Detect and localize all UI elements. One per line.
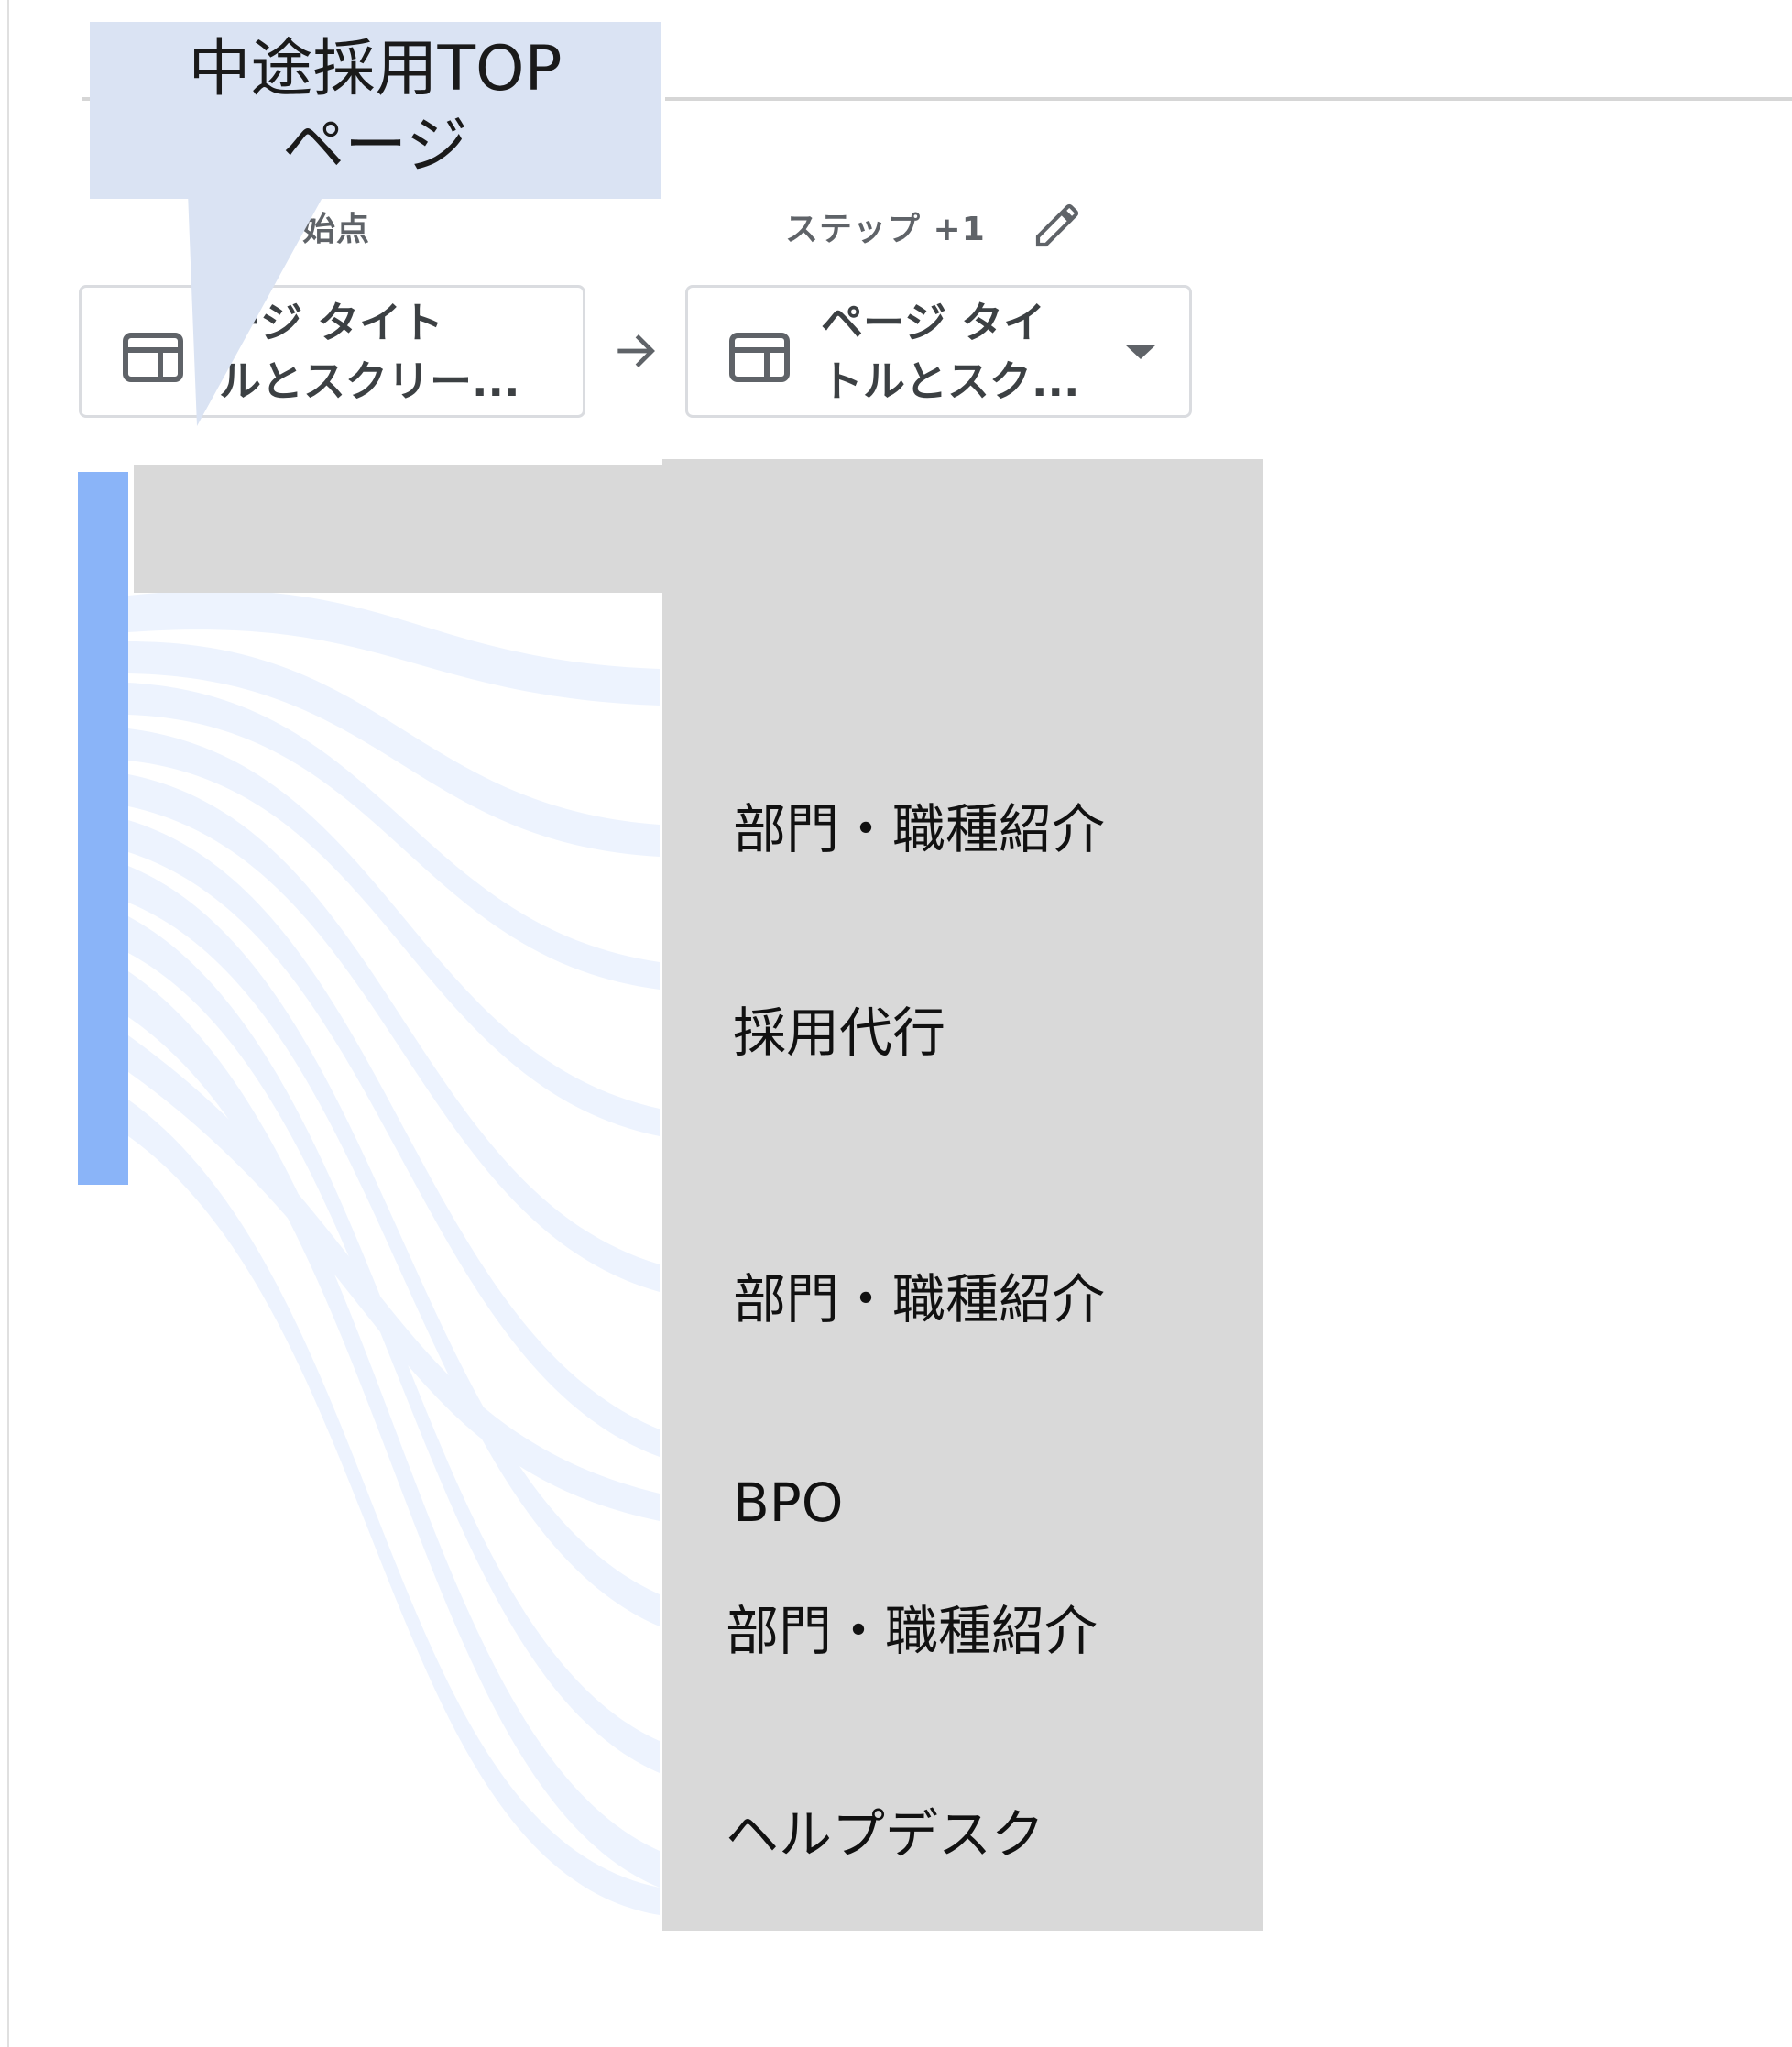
callout-line2: ページ [282,110,468,182]
node-label-1-line2: 採用代行 [733,1002,946,1064]
node-label-3-line1: 部門・職種紹介 [726,1600,1098,1662]
node-label-1-line1: 部門・職種紹介 [733,798,1106,860]
callout-line1: 中途採用TOP [188,33,563,105]
node-label-3-line2: ヘルプデスク [726,1803,1045,1866]
node-label-3: 部門・職種紹介 ヘルプデスク [726,1461,1098,1936]
node-label-1: 部門・職種紹介 採用代行 [733,660,1105,1134]
node-label-2-line1: 部門・職種紹介 [733,1268,1106,1330]
callout-annotation: 中途採用TOP ページ [90,22,661,199]
